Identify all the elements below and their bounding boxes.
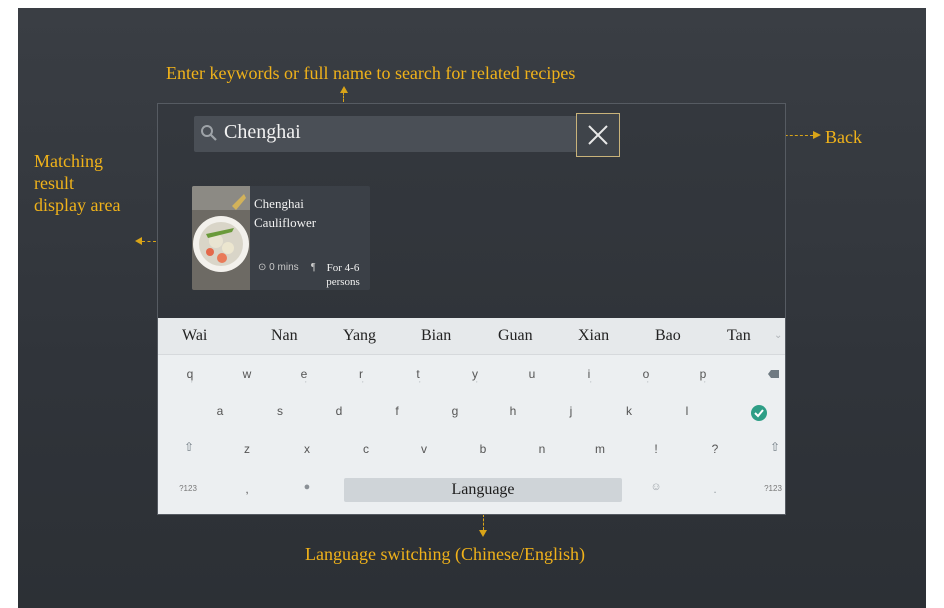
key-comma[interactable]: , (235, 482, 259, 496)
symbols-key[interactable]: ?123 (176, 484, 200, 493)
annotation-results: Matching result display area (34, 150, 144, 216)
search-icon (201, 125, 217, 141)
key-z[interactable]: z (235, 442, 259, 456)
annotation-results-line: Matching (34, 151, 103, 171)
symbols-key[interactable]: ?123 (761, 484, 785, 493)
suggestion-item[interactable]: Yang (343, 327, 376, 345)
key-r[interactable]: r (349, 367, 373, 381)
language-space-bar[interactable]: Language (344, 478, 622, 502)
key-q[interactable]: q (178, 367, 202, 381)
key-hint: , (476, 378, 478, 384)
arrow-up-icon (340, 86, 348, 93)
serving-line: persons (326, 276, 360, 288)
on-screen-keyboard: Wai Nan Yang Bian Guan Xian Bao Tan ⌄ q … (158, 318, 785, 514)
annotation-pointer-results (142, 241, 156, 242)
annotation-back: Back (825, 127, 862, 147)
key-j[interactable]: j (559, 404, 583, 418)
annotation-pointer-language (483, 514, 484, 530)
utensils-icon: ¶ (311, 262, 316, 273)
key-x[interactable]: x (295, 442, 319, 456)
shift-icon[interactable]: ⇧ (763, 440, 785, 454)
annotation-language: Language switching (Chinese/English) (305, 544, 585, 564)
annotation-results-line: result (34, 173, 74, 193)
key-hint: , (704, 378, 706, 384)
key-b[interactable]: b (471, 442, 495, 456)
key-o[interactable]: o (634, 367, 658, 381)
enter-button[interactable] (751, 405, 767, 421)
key-d[interactable]: d (327, 404, 351, 418)
key-u[interactable]: u (520, 367, 544, 381)
suggestion-item[interactable]: Xian (578, 327, 609, 345)
key-v[interactable]: v (412, 442, 436, 456)
key-g[interactable]: g (443, 404, 467, 418)
globe-icon[interactable]: ● (295, 481, 319, 493)
key-hint: , (590, 378, 592, 384)
key-m[interactable]: m (588, 442, 612, 456)
key-h[interactable]: h (501, 404, 525, 418)
annotation-pointer-search (343, 92, 344, 102)
arrow-left-icon (135, 237, 142, 245)
key-k[interactable]: k (617, 404, 641, 418)
recipe-title-line: Cauliflower (254, 215, 317, 230)
key-l[interactable]: l (675, 404, 699, 418)
suggestion-item[interactable]: Nan (271, 327, 298, 345)
close-button[interactable] (576, 113, 620, 157)
key-w[interactable]: w (235, 367, 259, 381)
suggestion-item[interactable]: Tan (727, 327, 751, 345)
key-i[interactable]: i (577, 367, 601, 381)
key-hint: , (191, 378, 193, 384)
arrow-right-icon (813, 131, 821, 139)
annotation-search: Enter keywords or full name to search fo… (166, 63, 576, 83)
suggestion-bar: Wai Nan Yang Bian Guan Xian Bao Tan ⌄ (158, 318, 785, 355)
recipe-result-card[interactable]: Chenghai Cauliflower ⊙ 0 mins ¶ For 4-6 … (192, 186, 370, 290)
emoji-icon[interactable]: ☺ (644, 481, 668, 493)
search-panel: Chenghai Chenghai Cauliflower ⊙ 0 mins ¶… (157, 103, 786, 515)
key-p[interactable]: p (691, 367, 715, 381)
suggestion-item[interactable]: Bian (421, 327, 451, 345)
chevron-down-icon[interactable]: ⌄ (774, 330, 782, 341)
suggestion-item[interactable]: Guan (498, 327, 533, 345)
cook-time-value: 0 mins (269, 262, 299, 273)
search-query[interactable]: Chenghai (224, 121, 301, 144)
key-hint: , (305, 378, 307, 384)
key-exclamation[interactable]: ! (644, 442, 668, 456)
suggestion-item[interactable]: Wai (182, 327, 207, 345)
shift-icon[interactable]: ⇧ (177, 440, 201, 454)
key-a[interactable]: a (208, 404, 232, 418)
key-s[interactable]: s (268, 404, 292, 418)
recipe-thumbnail (192, 186, 250, 290)
check-icon (754, 409, 764, 418)
key-hint: , (647, 378, 649, 384)
close-icon (588, 125, 608, 145)
key-y[interactable]: y (463, 367, 487, 381)
key-hint: , (362, 378, 364, 384)
cook-time: ⊙ 0 mins (258, 262, 299, 273)
key-hint: , (419, 378, 421, 384)
key-n[interactable]: n (530, 442, 554, 456)
key-e[interactable]: e (292, 367, 316, 381)
serving-line: For 4-6 (326, 262, 360, 274)
serving-size: ¶ For 4-6 persons (311, 261, 369, 289)
backspace-icon[interactable] (768, 369, 780, 379)
key-f[interactable]: f (385, 404, 409, 418)
key-period[interactable]: . (703, 482, 727, 496)
key-question[interactable]: ? (703, 442, 727, 456)
key-c[interactable]: c (354, 442, 378, 456)
clock-icon: ⊙ (258, 262, 267, 273)
annotation-results-line: display area (34, 195, 121, 215)
arrow-down-icon (479, 530, 487, 537)
suggestion-item[interactable]: Bao (655, 327, 681, 345)
key-t[interactable]: t (406, 367, 430, 381)
recipe-title-line: Chenghai (254, 196, 304, 211)
search-input[interactable]: Chenghai (194, 116, 582, 152)
recipe-title: Chenghai Cauliflower (254, 194, 364, 232)
